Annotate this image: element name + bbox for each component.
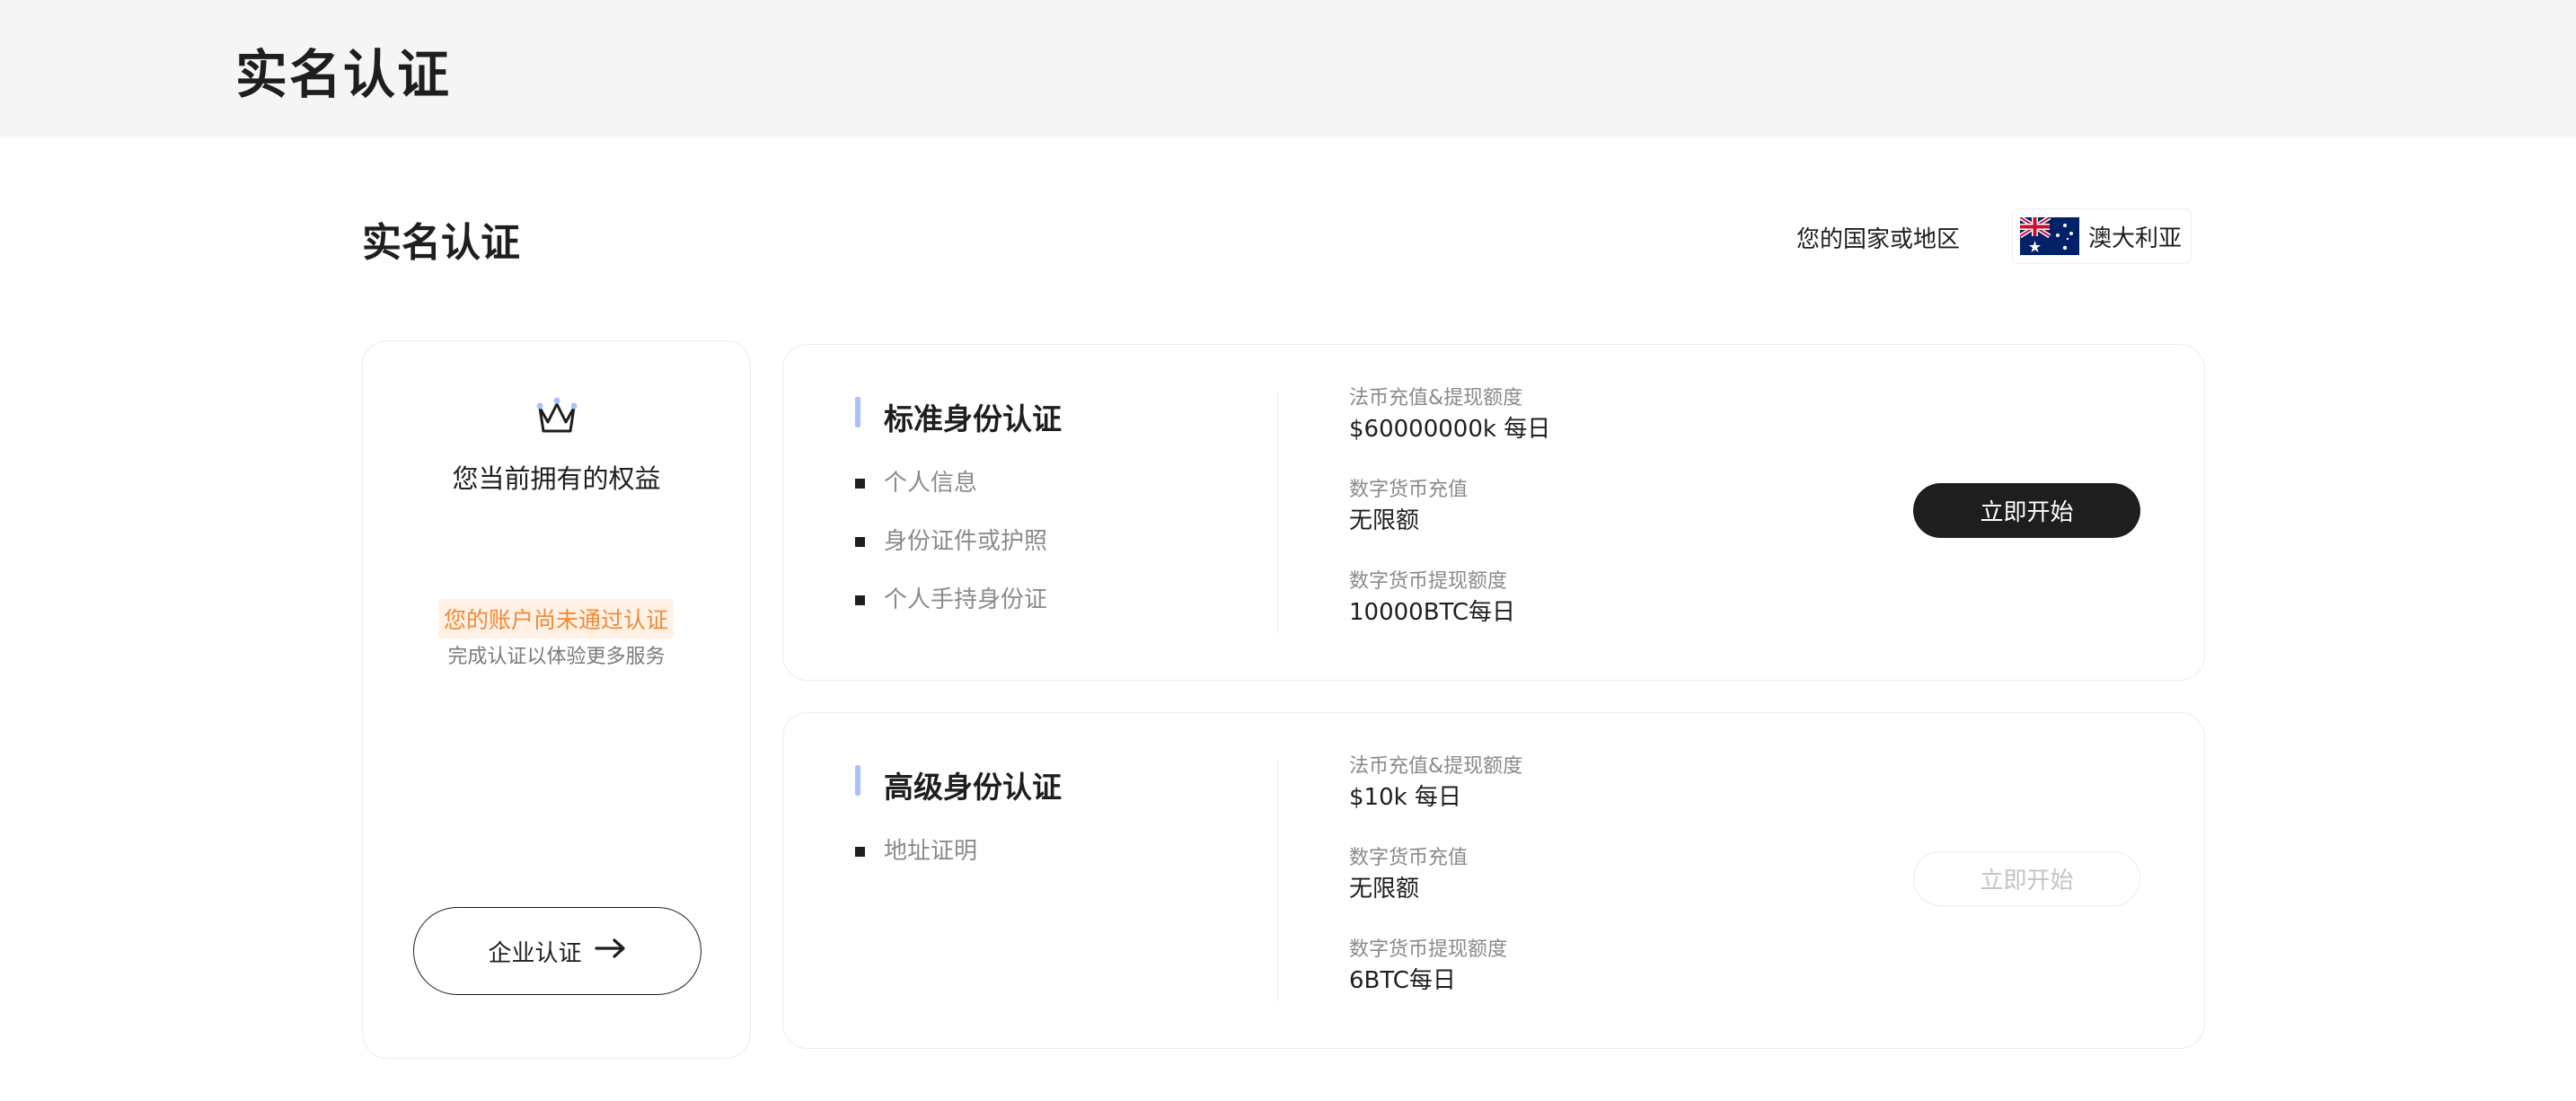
limit-item: 法币充值&提现额度 $10k 每日 — [1349, 754, 1522, 846]
standard-limits: 法币充值&提现额度 $60000000k 每日 数字货币充值 无限额 数字货币提… — [1349, 386, 1550, 661]
enterprise-verification-button[interactable]: 企业认证 — [413, 907, 701, 995]
limit-value: 6BTC每日 — [1349, 967, 1456, 994]
list-item: 身份证件或护照 — [855, 527, 1047, 586]
limit-item: 法币充值&提现额度 $60000000k 每日 — [1349, 386, 1550, 478]
verification-warning-subtext: 完成认证以体验更多服务 — [447, 646, 666, 668]
limit-label: 数字货币充值 — [1349, 479, 1469, 501]
standard-requirements-list: 个人信息 身份证件或护照 个人手持身份证 — [855, 469, 1047, 644]
title-accent-bar — [855, 765, 860, 796]
advanced-verification-card: 高级身份认证 地址证明 法币充值&提现额度 $10k 每日 数字货币充值 无限额… — [782, 712, 2205, 1049]
enterprise-button-label: 企业认证 — [488, 939, 582, 967]
limit-value: 10000BTC每日 — [1349, 599, 1516, 626]
divider — [1277, 392, 1278, 634]
region-value: 澳大利亚 — [2088, 225, 2183, 252]
standard-verification-card: 标准身份认证 个人信息 身份证件或护照 个人手持身份证 法币充值&提现额度 $6… — [782, 344, 2205, 681]
limit-label: 数字货币提现额度 — [1349, 938, 1508, 961]
limit-item: 数字货币提现额度 10000BTC每日 — [1349, 569, 1550, 661]
region-label: 您的国家或地区 — [1796, 226, 1961, 253]
limit-value: 无限额 — [1349, 876, 1420, 903]
advanced-requirements-list: 地址证明 — [855, 837, 977, 895]
limit-label: 数字货币提现额度 — [1349, 570, 1508, 593]
arrow-right-icon — [594, 938, 627, 965]
limit-item: 数字货币充值 无限额 — [1349, 846, 1522, 938]
limit-value: $60000000k 每日 — [1349, 416, 1551, 443]
benefits-title: 您当前拥有的权益 — [452, 463, 661, 494]
list-item: 个人信息 — [855, 469, 1047, 527]
divider — [1277, 760, 1278, 1002]
region-select[interactable]: 澳大利亚 — [2012, 208, 2192, 264]
list-item: 个人手持身份证 — [855, 586, 1047, 644]
advanced-limits: 法币充值&提现额度 $10k 每日 数字货币充值 无限额 数字货币提现额度 6B… — [1349, 754, 1522, 1029]
limit-value: $10k 每日 — [1349, 784, 1461, 811]
verification-warning-badge: 您的账户尚未通过认证 — [438, 599, 675, 639]
limit-value: 无限额 — [1349, 507, 1420, 534]
australia-flag-icon — [2020, 217, 2079, 255]
limit-label: 数字货币充值 — [1349, 847, 1469, 869]
limit-item: 数字货币提现额度 6BTC每日 — [1349, 938, 1522, 1029]
title-accent-bar — [855, 397, 860, 427]
top-header-band: 实名认证 — [0, 0, 2576, 137]
section-title: 实名认证 — [362, 220, 520, 266]
limit-item: 数字货币充值 无限额 — [1349, 478, 1550, 569]
crown-icon — [535, 395, 578, 438]
list-item: 地址证明 — [855, 837, 977, 895]
advanced-verification-title: 高级身份认证 — [855, 763, 1062, 806]
standard-verification-title: 标准身份认证 — [855, 395, 1062, 438]
limit-label: 法币充值&提现额度 — [1349, 387, 1523, 410]
benefits-card: 您当前拥有的权益 您的账户尚未通过认证 完成认证以体验更多服务 企业认证 — [362, 340, 751, 1059]
limit-label: 法币充值&提现额度 — [1349, 755, 1523, 778]
standard-start-button[interactable]: 立即开始 — [1913, 483, 2140, 538]
page-title: 实名认证 — [235, 44, 452, 105]
advanced-start-button[interactable]: 立即开始 — [1913, 851, 2140, 906]
